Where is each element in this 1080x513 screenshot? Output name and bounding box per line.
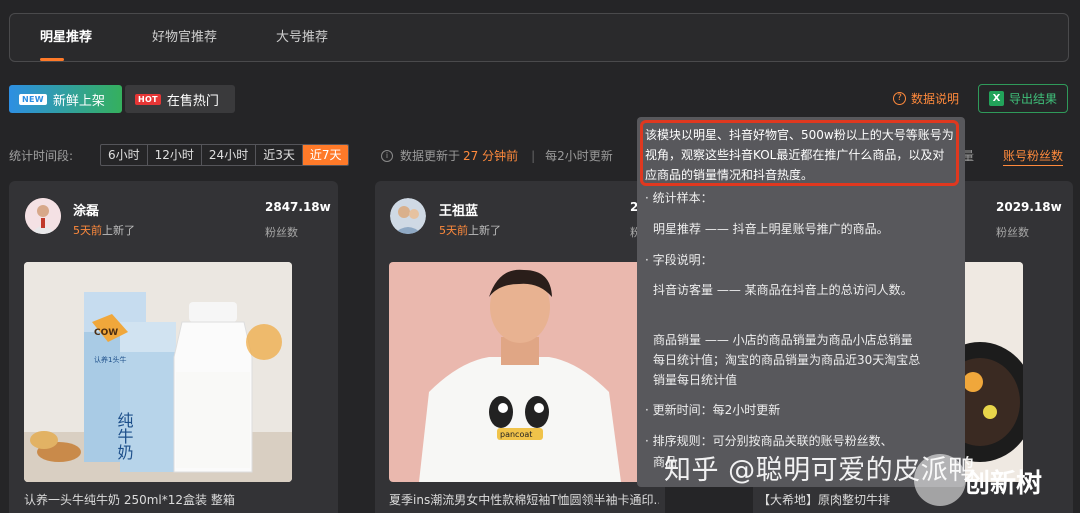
tooltip-field-visitors: 抖音访客量 —— 某商品在抖音上的总访问人数。 xyxy=(653,283,913,297)
hot-selling-button[interactable]: HOT 在售热门 xyxy=(125,85,235,113)
product-title[interactable]: 夏季ins潮流男女中性款棉短袖T恤圆领半袖卡通印... xyxy=(389,491,659,508)
kol-name[interactable]: 涂磊 xyxy=(73,200,99,219)
period-option-6h[interactable]: 6小时 xyxy=(101,145,148,165)
kol-update-status: 5天前上新了 xyxy=(73,222,135,238)
active-tab-indicator xyxy=(40,58,64,61)
tab-big-account-recommend[interactable]: 大号推荐 xyxy=(276,14,328,61)
fans-label: 粉丝数 xyxy=(996,226,1029,239)
updated-time: 5天前 xyxy=(439,224,468,237)
product-image[interactable]: COW 认养1头牛 纯牛奶 xyxy=(24,262,292,482)
update-info: i 数据更新于 27 分钟前 | 每2小时更新 xyxy=(381,147,613,164)
updated-suffix: 上新了 xyxy=(468,224,501,237)
shirt-print-text: pancoat xyxy=(500,430,532,439)
kol-card[interactable]: 涂磊 5天前上新了 2847.18w 粉丝数 COW 认养1头牛 纯牛奶 认养一… xyxy=(9,181,338,513)
avatar[interactable] xyxy=(25,198,61,234)
period-label: 统计时间段: xyxy=(9,149,74,163)
fans-count: 2847.18w xyxy=(265,200,331,214)
brand-logo: 创新树 xyxy=(908,440,1068,513)
divider: | xyxy=(531,148,536,163)
hot-badge: HOT xyxy=(135,93,161,105)
data-description-tooltip: 该模块以明星、抖音好物官、500w粉以上的大号等账号为视角，观察这些抖音KOL最… xyxy=(637,117,965,487)
milk-brand-text: COW xyxy=(94,328,118,338)
tab-bar: 明星推荐 好物官推荐 大号推荐 xyxy=(9,13,1069,62)
update-prefix: 数据更新于 xyxy=(400,149,461,163)
milk-sub-text: 认养1头牛 xyxy=(94,355,126,364)
period-option-3d[interactable]: 近3天 xyxy=(256,145,303,165)
period-option-24h[interactable]: 24小时 xyxy=(202,145,257,165)
update-frequency: 每2小时更新 xyxy=(545,149,613,163)
tooltip-field-sales: 商品销量 —— 小店的商品销量为商品小店总销量每日统计值；淘宝的商品销量为商品近… xyxy=(653,333,921,387)
export-results-button[interactable]: X 导出结果 xyxy=(978,84,1068,113)
excel-icon: X xyxy=(988,91,1004,106)
avatar[interactable] xyxy=(390,198,426,234)
tab-star-recommend[interactable]: 明星推荐 xyxy=(40,14,92,61)
tooltip-field-heading: · 字段说明： xyxy=(645,253,713,267)
tooltip-sample-heading: · 统计样本： xyxy=(645,191,713,205)
tooltip-sample-body: 明星推荐 —— 抖音上明星账号推广的商品。 xyxy=(653,222,889,236)
brand-logo-text: 创新树 xyxy=(963,468,1042,499)
new-arrivals-label: 新鲜上架 xyxy=(52,93,105,109)
kol-card[interactable]: 王祖蓝 5天前上新了 2 粉 pancoat 夏季ins潮流男女中性款棉短袖T恤… xyxy=(375,181,665,513)
period-selector: 6小时 12小时 24小时 近3天 近7天 xyxy=(100,144,350,166)
new-badge: NEW xyxy=(19,93,47,105)
export-label: 导出结果 xyxy=(1008,92,1057,106)
question-icon: ? xyxy=(893,92,906,105)
fans-label: 粉丝数 xyxy=(265,226,298,239)
sort-by-fans-button[interactable]: 账号粉丝数 xyxy=(1003,147,1064,166)
data-description-label: 数据说明 xyxy=(911,92,960,106)
tooltip-update-time: · 更新时间：每2小时更新 xyxy=(645,403,781,417)
kol-update-status: 5天前上新了 xyxy=(439,222,501,238)
updated-time: 5天前 xyxy=(73,224,102,237)
data-description-link[interactable]: ? 数据说明 xyxy=(893,90,959,107)
product-title[interactable]: 认养一头牛纯牛奶 250ml*12盒装 整箱 xyxy=(24,491,324,508)
hot-selling-label: 在售热门 xyxy=(166,93,219,109)
update-minutes: 27 分钟前 xyxy=(463,149,519,163)
product-image[interactable]: pancoat xyxy=(389,262,651,482)
info-icon: i xyxy=(381,149,393,162)
new-arrivals-button[interactable]: NEW 新鲜上架 xyxy=(9,85,122,113)
milk-label-text: 纯牛奶 xyxy=(115,412,134,461)
kol-name[interactable]: 王祖蓝 xyxy=(439,200,478,219)
tab-good-officer-recommend[interactable]: 好物官推荐 xyxy=(152,14,217,61)
fans-count: 2029.18w xyxy=(996,200,1062,214)
tooltip-intro: 该模块以明星、抖音好物官、500w粉以上的大号等账号为视角，观察这些抖音KOL最… xyxy=(645,128,954,182)
updated-suffix: 上新了 xyxy=(102,224,135,237)
period-option-7d[interactable]: 近7天 xyxy=(302,145,349,165)
period-option-12h[interactable]: 12小时 xyxy=(148,145,202,165)
